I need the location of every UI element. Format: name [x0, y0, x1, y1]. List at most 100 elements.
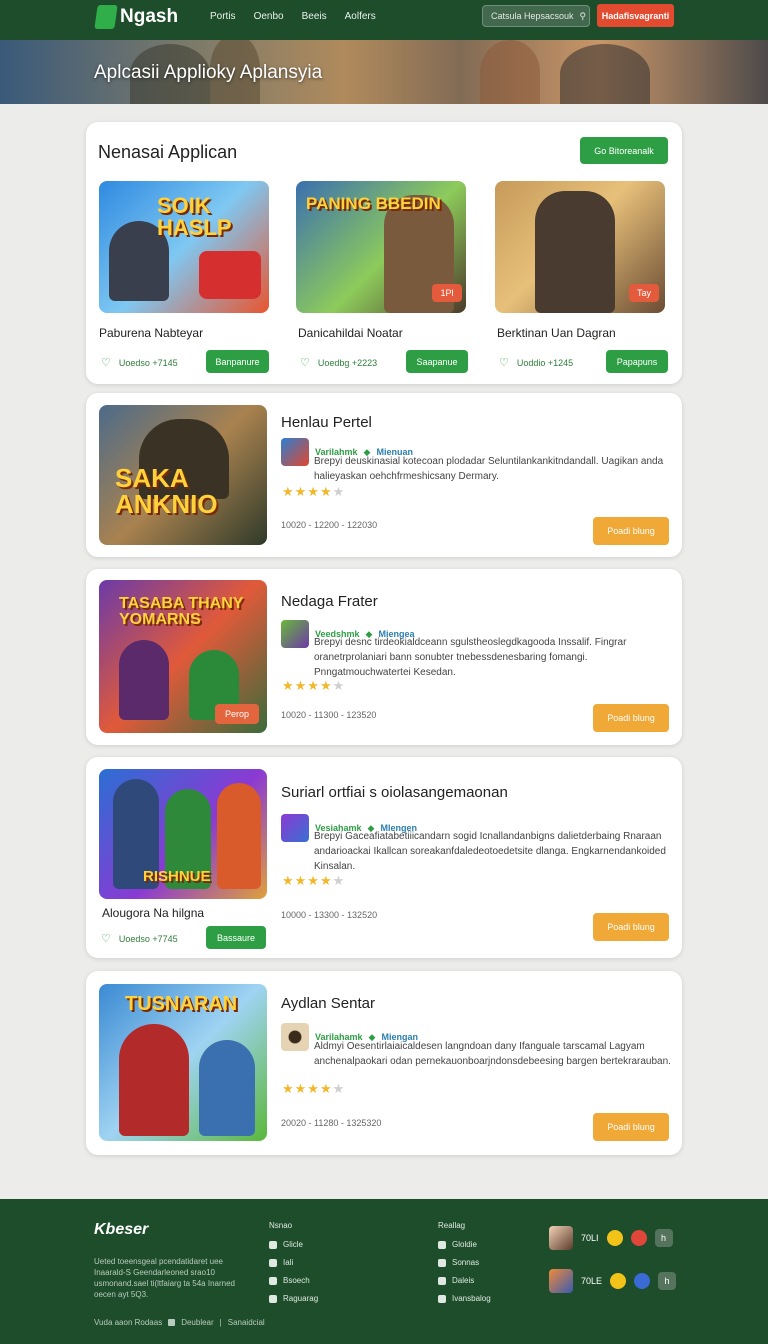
character-figure	[199, 1040, 255, 1136]
nav-item-2[interactable]: Oenbo	[254, 11, 284, 22]
footer-bottom-link[interactable]: Vuda aaon Rodaas	[94, 1318, 162, 1327]
share-icon[interactable]: h	[654, 1229, 673, 1247]
app-card-4-title[interactable]: Aydlan Sentar	[281, 995, 375, 1012]
app-card-4-button[interactable]: Poadi blung	[593, 1113, 669, 1141]
featured-item-2-art-text: PANING BBEDIN	[306, 194, 441, 213]
hero-banner: Aplcasii Applioky Aplansyia	[0, 40, 768, 104]
footer-link[interactable]: Glicle	[269, 1240, 318, 1249]
heart-icon[interactable]: ♡	[101, 356, 111, 369]
app-card-4: TUSNARAN Aydlan Sentar Varilahamk ◆ Mien…	[86, 971, 682, 1155]
avatar[interactable]	[549, 1226, 573, 1250]
nav-item-1[interactable]: Portis	[210, 11, 236, 22]
nav-item-3[interactable]: Beeis	[302, 11, 327, 22]
site-logo[interactable]: Ngash	[94, 5, 178, 29]
featured-item-2-name[interactable]: Danicahildai Noatar	[298, 326, 403, 340]
footer-link-label: Raguarag	[283, 1294, 319, 1303]
separator-icon	[168, 1319, 176, 1326]
nav-item-4[interactable]: Aolfers	[345, 11, 376, 22]
footer-link-label: Bsoech	[283, 1276, 310, 1285]
footer-link-label: Iali	[283, 1258, 294, 1267]
app-card-1-title[interactable]: Henlau Pertel	[281, 414, 372, 431]
app-card-3-side-name[interactable]: Alougora Na hilgna	[102, 906, 204, 920]
featured-view-all-button[interactable]: Go Bitoreanalk	[580, 137, 668, 164]
app-card-3-button[interactable]: Poadi blung	[593, 913, 669, 941]
app-card-2-badge: Perop	[215, 704, 259, 724]
featured-item-1-button[interactable]: Banpanure	[206, 350, 269, 373]
app-card-2-description: Brepyi desnc tirdeokialdceann sgulstheos…	[314, 637, 627, 678]
featured-item-3-button[interactable]: Papapuns	[606, 350, 668, 373]
footer-link[interactable]: Daleis	[438, 1276, 491, 1285]
app-card-1: SAKA ANKNIO Henlau Pertel Varilahmk ◆ Mi…	[86, 393, 682, 557]
character-figure	[119, 1024, 189, 1136]
social-count: 70LI	[581, 1233, 599, 1243]
site-footer: Kbeser Ueted toeensgeal pcendatidaret ue…	[0, 1199, 768, 1344]
featured-item-3-stat: Uoddio +1245	[516, 357, 574, 368]
rating-stars: ★★★★★	[282, 1081, 346, 1096]
app-card-2: TASABA THANY YOMARNS Perop Nedaga Frater…	[86, 569, 682, 745]
footer-column-2: Reallag Gloldie Sonnas Daleis Ivansbalog	[438, 1221, 491, 1312]
search-icon[interactable]: ⚲	[580, 11, 587, 22]
search-box[interactable]: Catsula Hepsacsouk ⚲	[482, 5, 590, 27]
featured-item-2-button[interactable]: Saapanue	[406, 350, 468, 373]
character-figure	[217, 783, 261, 889]
chat-icon[interactable]	[630, 1230, 647, 1246]
featured-item-3-image[interactable]: Tay	[495, 181, 665, 313]
app-card-1-art-text: SAKA ANKNIO	[115, 463, 218, 519]
heart-icon[interactable]: ♡	[101, 932, 111, 945]
app-card-3: RISHNUE Alougora Na hilgna ♡ Uoedso +774…	[86, 757, 682, 958]
app-card-4-image[interactable]: TUSNARAN	[99, 984, 267, 1141]
heart-icon[interactable]: ♡	[300, 356, 310, 369]
link-icon	[438, 1240, 446, 1249]
app-card-2-image[interactable]: TASABA THANY YOMARNS Perop	[99, 580, 267, 733]
featured-item-1-image[interactable]: SOIK HASLP	[99, 181, 269, 313]
featured-item-2-badge: 1Pl	[432, 284, 462, 302]
like-icon[interactable]	[606, 1230, 623, 1246]
featured-item-3-name[interactable]: Berktinan Uan Dagran	[497, 326, 616, 340]
footer-logo[interactable]: Kbeser	[94, 1221, 148, 1239]
app-card-3-art-text: RISHNUE	[143, 868, 211, 885]
rating-stars: ★★★★★	[282, 484, 346, 499]
app-card-2-title[interactable]: Nedaga Frater	[281, 593, 378, 610]
header-cta-button[interactable]: Hadafisvagranti	[597, 4, 674, 27]
app-card-3-side-button[interactable]: Bassaure	[206, 926, 266, 949]
footer-link[interactable]: Iali	[269, 1258, 318, 1267]
app-card-2-button[interactable]: Poadi blung	[593, 704, 669, 732]
footer-link[interactable]: Ivansbalog	[438, 1294, 491, 1303]
like-icon[interactable]	[610, 1273, 627, 1289]
featured-item-2-image[interactable]: PANING BBEDIN 1Pl	[296, 181, 466, 313]
app-card-1-button[interactable]: Poadi blung	[593, 517, 669, 545]
featured-item-2-stat: Uoedbg +2223	[317, 357, 378, 368]
footer-link[interactable]: Bsoech	[269, 1276, 318, 1285]
app-card-1-image[interactable]: SAKA ANKNIO	[99, 405, 267, 545]
chat-icon[interactable]	[634, 1273, 651, 1289]
developer-avatar	[281, 620, 309, 648]
footer-link[interactable]: Gloldie	[438, 1240, 491, 1249]
footer-link-label: Sonnas	[452, 1258, 480, 1267]
footer-link[interactable]: Raguarag	[269, 1294, 318, 1303]
hero-figure-helmet	[560, 44, 650, 104]
footer-link-label: Gloldie	[452, 1240, 477, 1249]
featured-item-1-meta: ♡ Uoedso +7145	[101, 356, 178, 369]
featured-item-3-badge: Tay	[629, 284, 659, 302]
heart-icon[interactable]: ♡	[499, 356, 509, 369]
top-navbar: Ngash Portis Oenbo Beeis Aolfers Catsula…	[0, 0, 768, 40]
share-icon[interactable]: h	[658, 1272, 677, 1290]
avatar[interactable]	[549, 1269, 573, 1293]
app-card-4-dates: 20020 - 11280 - 1325320	[281, 1118, 382, 1128]
footer-bottom-link[interactable]: Sanaidcial	[228, 1318, 265, 1327]
footer-bottom-link[interactable]: Deublear	[181, 1318, 213, 1327]
character-figure	[119, 640, 169, 720]
footer-bottom-links: Vuda aaon Rodaas Deublear | Sanaidcial	[94, 1318, 265, 1327]
app-card-3-dates: 10000 - 13300 - 132520	[281, 910, 378, 920]
app-card-3-image[interactable]: RISHNUE	[99, 769, 267, 899]
link-icon	[269, 1276, 277, 1285]
featured-item-1-name[interactable]: Paburena Nabteyar	[99, 326, 203, 340]
link-icon	[438, 1258, 446, 1267]
footer-column-1: Nsnao Glicle Iali Bsoech Raguarag	[269, 1221, 318, 1312]
separator: |	[219, 1318, 222, 1327]
link-icon	[438, 1294, 446, 1303]
app-card-4-description: Aldmyi Oesentirlaiaicaldesen langndoan d…	[314, 1041, 671, 1067]
app-card-3-title[interactable]: Suriarl ortfiai s oiolasangemaonan	[281, 784, 508, 801]
app-card-3-side-meta: ♡ Uoedso +7745	[101, 932, 178, 945]
footer-link[interactable]: Sonnas	[438, 1258, 491, 1267]
